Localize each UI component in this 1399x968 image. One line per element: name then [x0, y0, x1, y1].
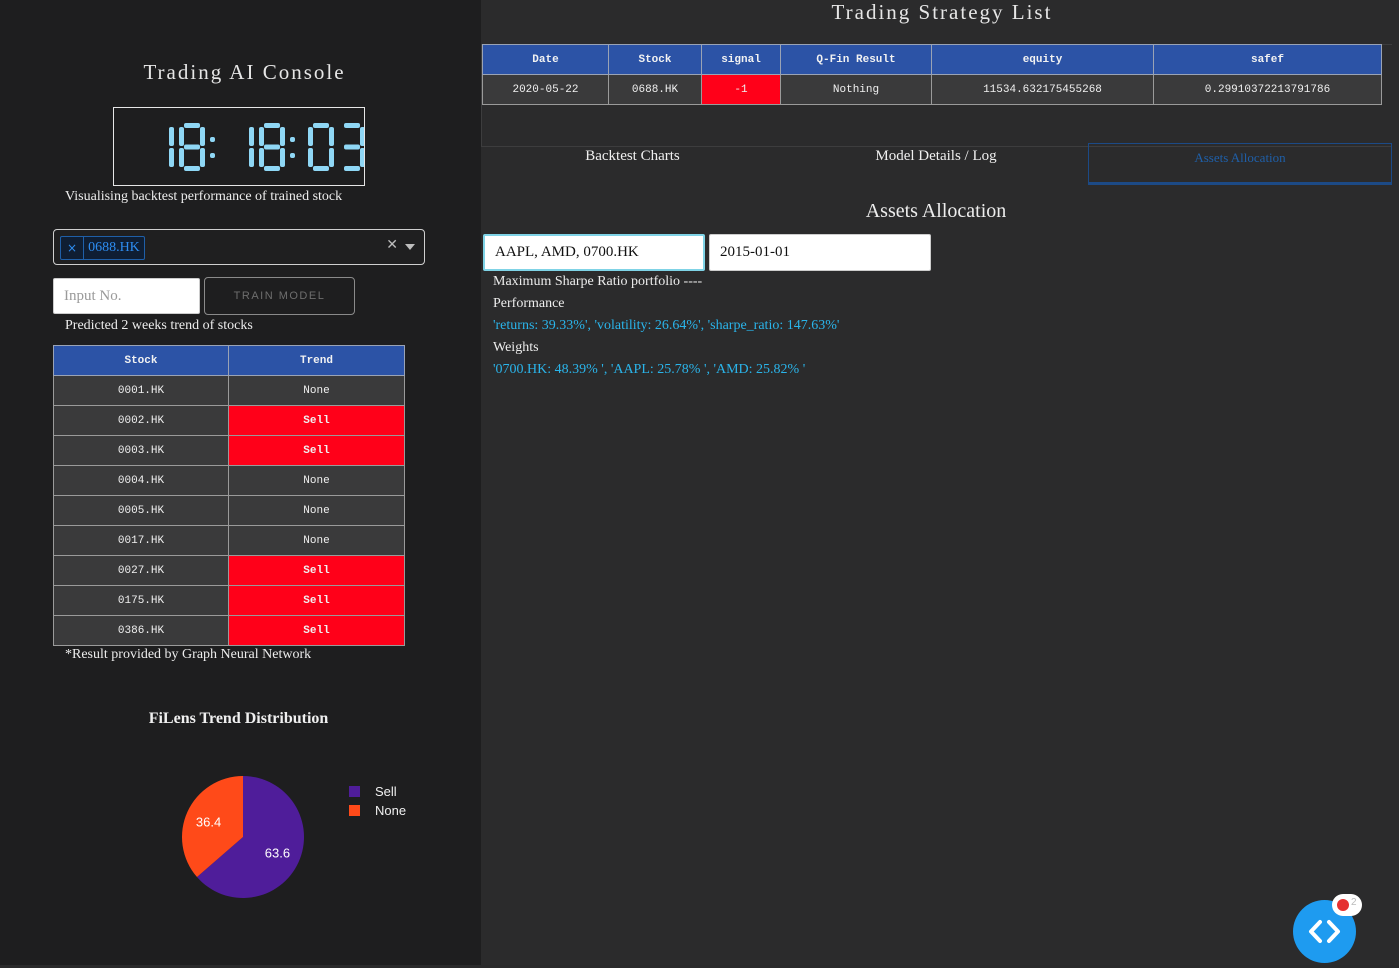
- right-panel: Trading Strategy List Date Stock signal Q-F…: [481, 0, 1399, 965]
- legend-swatch: [349, 805, 360, 816]
- trend-row: 0027.HK Sell: [53, 555, 405, 586]
- led-clock: [113, 107, 365, 186]
- chevron-down-icon[interactable]: [405, 244, 415, 250]
- tab-backtest-charts[interactable]: Backtest Charts: [481, 143, 784, 185]
- pie-slice-label: 63.6: [265, 846, 290, 861]
- strategy-cell: 0688.HK: [608, 74, 702, 105]
- pie-chart-title: FiLens Trend Distribution: [148, 710, 329, 727]
- legend-swatch: [349, 786, 360, 797]
- error-dot-icon: [1337, 899, 1349, 911]
- stock-cell: 0386.HK: [53, 615, 229, 646]
- trend-cell: Sell: [228, 555, 405, 586]
- column-header-equity[interactable]: equity: [931, 44, 1154, 75]
- trend-row: 0175.HK Sell: [53, 585, 405, 616]
- strategy-cell: Nothing: [780, 74, 932, 105]
- trend-cell: Sell: [228, 585, 405, 616]
- strategy-cell: 11534.632175455268: [931, 74, 1154, 105]
- tab-bar: Backtest Charts Model Details / Log Asse…: [481, 143, 1392, 186]
- trend-caption: Predicted 2 weeks trend of stocks: [65, 318, 253, 333]
- column-header-safef[interactable]: safef: [1153, 44, 1382, 75]
- stock-cell: 0005.HK: [53, 495, 229, 526]
- selected-stock-chip: × 0688.HK: [60, 236, 145, 260]
- stock-cell: 0017.HK: [53, 525, 229, 556]
- tab-assets-allocation[interactable]: Assets Allocation: [1088, 143, 1392, 185]
- error-badge[interactable]: 2: [1332, 894, 1362, 916]
- column-header-stock[interactable]: Stock: [53, 345, 229, 376]
- strategy-cell: -1: [701, 74, 781, 105]
- clear-icon[interactable]: ✕: [386, 237, 398, 253]
- selected-stock-label: 0688.HK: [88, 240, 140, 255]
- remove-chip-icon[interactable]: ×: [61, 237, 85, 259]
- stock-cell: 0002.HK: [53, 405, 229, 436]
- trend-table: Stock Trend 0001.HK None 0002.HK Sell 0003.H…: [53, 345, 405, 646]
- strategy-table: Date Stock signal Q-Fin Result equity safef 2…: [482, 44, 1382, 105]
- legend-item-none[interactable]: None: [349, 801, 406, 820]
- start-date-input[interactable]: [709, 234, 931, 271]
- train-model-button[interactable]: TRAIN MODEL: [204, 277, 355, 315]
- trend-pie-chart[interactable]: 63.6 36.4: [168, 762, 318, 912]
- footnote: *Result provided by Graph Neural Network: [65, 647, 312, 662]
- weights-label: Weights: [493, 340, 539, 355]
- column-header-signal[interactable]: signal: [701, 44, 781, 75]
- strategy-title: Trading Strategy List: [831, 0, 1053, 24]
- tab-model-details[interactable]: Model Details / Log: [784, 143, 1088, 185]
- assets-title: Assets Allocation: [865, 200, 1007, 222]
- trend-row: 0003.HK Sell: [53, 435, 405, 466]
- trend-row: 0001.HK None: [53, 375, 405, 406]
- stock-cell: 0027.HK: [53, 555, 229, 586]
- trend-row: 0002.HK Sell: [53, 405, 405, 436]
- trend-row: 0017.HK None: [53, 525, 405, 556]
- input-number-field[interactable]: [53, 278, 200, 314]
- trend-cell: None: [228, 525, 405, 556]
- legend-item-sell[interactable]: Sell: [349, 782, 406, 801]
- legend-label: None: [375, 803, 407, 818]
- column-header-q-fin-result[interactable]: Q-Fin Result: [780, 44, 932, 75]
- strategy-row: 2020-05-22 0688.HK -1 Nothing 11534.63217545…: [482, 74, 1382, 105]
- stock-dropdown[interactable]: × 0688.HK ✕: [53, 229, 425, 265]
- stock-cell: 0175.HK: [53, 585, 229, 616]
- left-panel: Trading AI Console Visualising backtest …: [0, 0, 481, 965]
- strategy-cell: 0.29910372213791786: [1153, 74, 1382, 105]
- trend-row: 0386.HK Sell: [53, 615, 405, 646]
- trend-row: 0005.HK None: [53, 495, 405, 526]
- portfolio-heading: Maximum Sharpe Ratio portfolio ----: [493, 274, 703, 289]
- pie-slice-label: 36.4: [196, 814, 221, 829]
- performance-label: Performance: [493, 296, 565, 311]
- column-header-trend[interactable]: Trend: [228, 345, 405, 376]
- column-header-date[interactable]: Date: [482, 44, 609, 75]
- performance-values: 'returns: 39.33%', 'volatility: 26.64%',…: [493, 318, 840, 333]
- console-title: Trading AI Console: [143, 60, 346, 84]
- legend-label: Sell: [375, 784, 397, 799]
- backtest-caption: Visualising backtest performance of trai…: [65, 189, 343, 204]
- trend-cell: None: [228, 465, 405, 496]
- trend-cell: None: [228, 375, 405, 406]
- trend-cell: Sell: [228, 615, 405, 646]
- column-header-stock[interactable]: Stock: [608, 44, 702, 75]
- error-count: 2: [1351, 897, 1357, 908]
- pie-legend[interactable]: Sell None: [349, 782, 406, 820]
- strategy-cell: 2020-05-22: [482, 74, 609, 105]
- stock-cell: 0003.HK: [53, 435, 229, 466]
- trend-row: 0004.HK None: [53, 465, 405, 496]
- trend-cell: Sell: [228, 405, 405, 436]
- trend-cell: Sell: [228, 435, 405, 466]
- stock-cell: 0004.HK: [53, 465, 229, 496]
- tickers-input[interactable]: [483, 234, 705, 271]
- trend-cell: None: [228, 495, 405, 526]
- stock-cell: 0001.HK: [53, 375, 229, 406]
- weights-values: '0700.HK: 48.39% ', 'AAPL: 25.78% ', 'AM…: [493, 362, 806, 377]
